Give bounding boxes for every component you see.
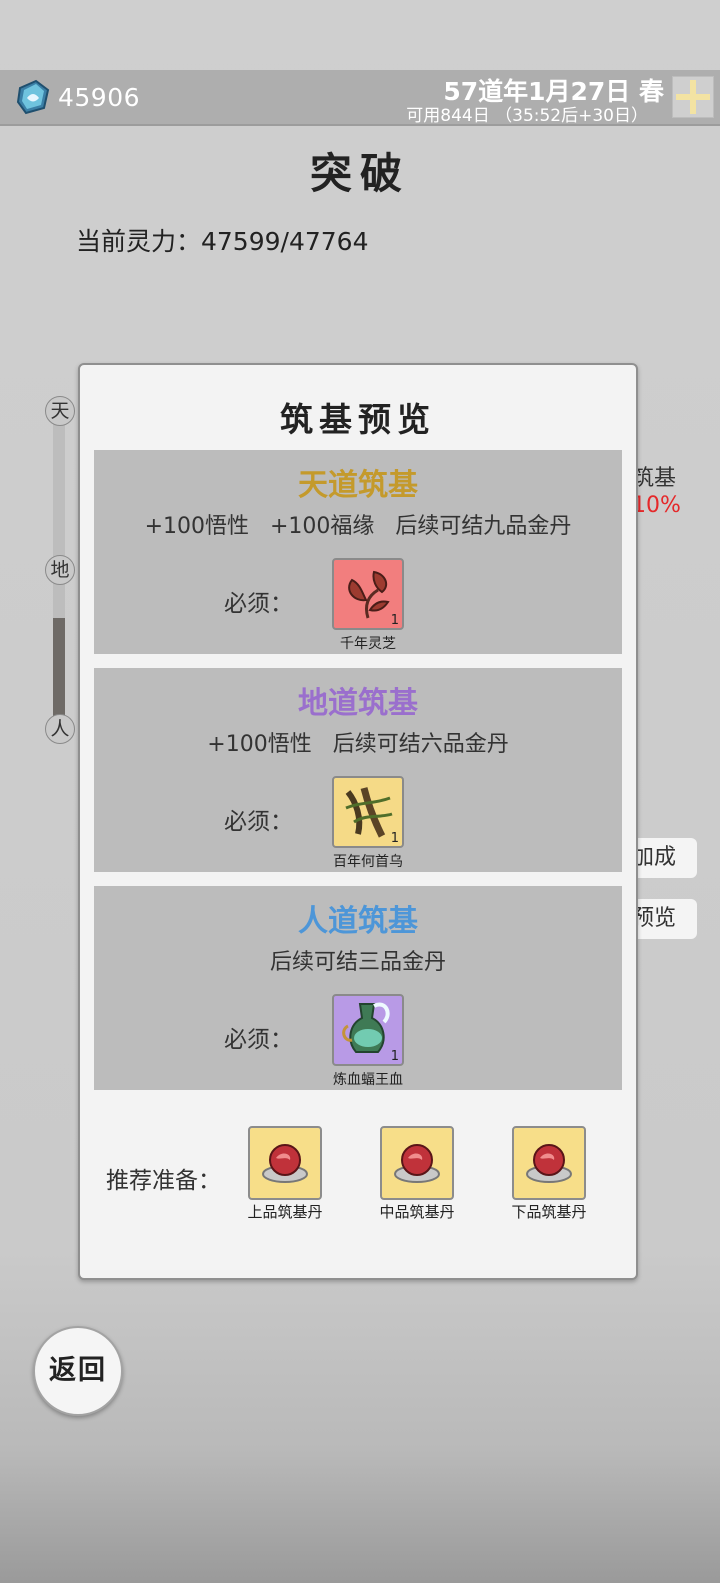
option-panel-rendao: 人道筑基 后续可结三品金丹 必须： 1 炼血蝠王血 (94, 886, 622, 1090)
pill-icon (262, 1144, 308, 1183)
required-item-slot[interactable]: 1 (332, 776, 404, 848)
dialog-title: 筑基预览 (280, 400, 436, 439)
required-label: 必须： (224, 1027, 293, 1053)
option-description: +100悟性 +100福缘 后续可结九品金丹 (144, 514, 572, 539)
pill-icon (526, 1144, 572, 1183)
required-item-name: 千年灵芝 (340, 636, 396, 652)
recommended-item-shangpin[interactable] (248, 1126, 322, 1200)
required-item-slot[interactable]: 1 (332, 994, 404, 1066)
option-title: 天道筑基 (298, 468, 418, 503)
recommended-item-name: 下品筑基丹 (511, 1203, 587, 1221)
recommended-item-zhongpin[interactable] (380, 1126, 454, 1200)
option-panel-didao: 地道筑基 +100悟性 后续可结六品金丹 必须： 1 百年何首乌 (94, 668, 622, 872)
item-count: 1 (390, 613, 399, 628)
back-button[interactable]: 返回 (33, 1326, 123, 1416)
option-description: 后续可结三品金丹 (269, 950, 446, 975)
recommended-item-name: 中品筑基丹 (379, 1203, 455, 1221)
top-status-bar: 45906 57道年1月27日 春 可用844日 （35:52后+30日） (0, 70, 720, 126)
page-title: 突破 (309, 149, 410, 198)
add-time-plus-icon[interactable] (672, 76, 714, 118)
background-success-rate: 10% (632, 493, 681, 518)
spirit-power-readout: 当前灵力：47599/47764 (76, 227, 369, 256)
available-days: 可用844日 （35:52后+30日） (406, 106, 648, 126)
required-label: 必须： (224, 591, 293, 617)
item-count: 1 (390, 1049, 399, 1064)
recommended-item-name: 上品筑基丹 (247, 1203, 323, 1221)
realm-tick-tian[interactable]: 天 (45, 396, 75, 426)
recommended-item-xiapin[interactable] (512, 1126, 586, 1200)
item-count: 1 (390, 831, 399, 846)
foundation-preview-dialog: 筑基预览 天道筑基 +100悟性 +100福缘 后续可结九品金丹 必须： 1 千… (78, 363, 638, 1280)
realm-tick-di[interactable]: 地 (45, 555, 75, 585)
spirit-crystal-icon (16, 79, 50, 115)
required-item-name: 炼血蝠王血 (333, 1072, 403, 1088)
required-item-name: 百年何首乌 (333, 854, 403, 870)
option-panel-tiandao: 天道筑基 +100悟性 +100福缘 后续可结九品金丹 必须： 1 千年灵芝 (94, 450, 622, 654)
required-label: 必须： (224, 809, 293, 835)
realm-tick-ren[interactable]: 人 (45, 714, 75, 744)
option-title: 人道筑基 (298, 904, 418, 939)
required-item-slot[interactable]: 1 (332, 558, 404, 630)
recommended-label: 推荐准备： (106, 1168, 221, 1194)
spirit-stone-count: 45906 (58, 83, 141, 112)
option-title: 地道筑基 (298, 686, 418, 721)
option-description: +100悟性 后续可结六品金丹 (207, 732, 509, 757)
background-realm-label: 筑基 (632, 466, 677, 491)
pill-icon (394, 1144, 440, 1183)
